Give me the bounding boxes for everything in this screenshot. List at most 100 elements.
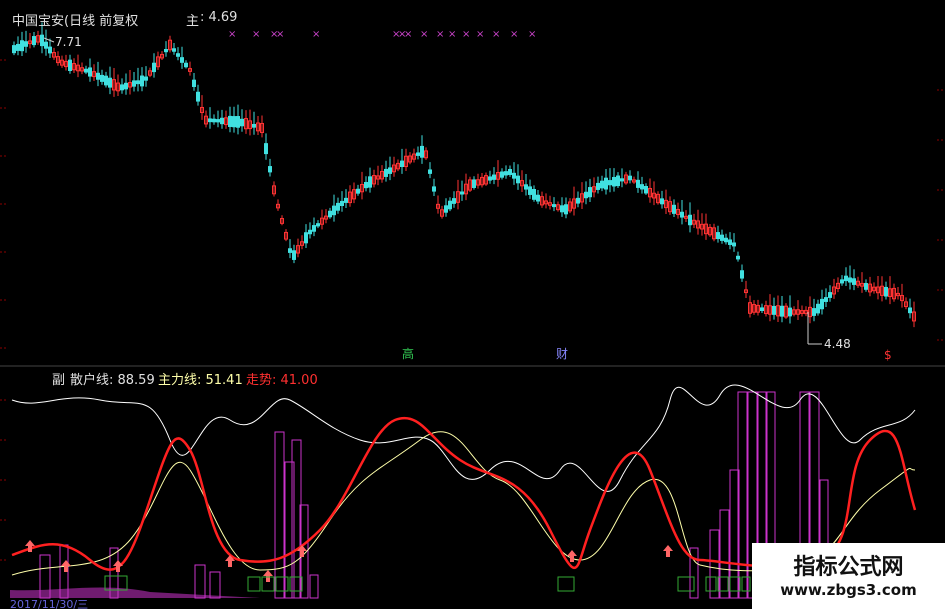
event-label-dollar[interactable]: $: [884, 348, 892, 362]
signal-box: [677, 576, 695, 592]
candle-body: [448, 200, 452, 210]
candle-body: [220, 117, 224, 125]
candle-body: [172, 48, 176, 52]
candle-body: [344, 197, 348, 203]
up-arrow-icon: [113, 560, 123, 572]
candle-body: [164, 49, 168, 53]
candle-body: [316, 223, 320, 227]
candle-body: [312, 225, 316, 232]
date-readout: 2017/11/30/三: [10, 598, 89, 609]
x-marker-icon: ×: [476, 29, 484, 40]
candle-body: [12, 45, 16, 54]
candle-body: [176, 53, 180, 57]
stock-chart-window: × × × × × × × × × × × × × × × × 中国宝安(日线 前复权 主 : 4.69 7.…: [0, 0, 945, 609]
up-arrow-icon: [663, 545, 673, 557]
signal-box: [247, 576, 261, 592]
candle-body: [584, 191, 588, 199]
candle-body: [228, 115, 232, 127]
histogram-bar: [274, 431, 285, 599]
candle-body: [120, 84, 124, 91]
candle-body: [488, 176, 492, 181]
candle-body: [304, 232, 308, 244]
candle-body: [644, 186, 648, 194]
trend-line-value: 走势: 41.00: [246, 373, 318, 388]
x-marker-icon: ×: [312, 29, 320, 40]
candle-body: [724, 237, 728, 243]
x-marker-icon: ×: [492, 29, 500, 40]
candle-body: [660, 198, 664, 205]
candle-body: [732, 242, 736, 247]
candle-body: [332, 205, 336, 216]
candle-body: [560, 205, 564, 213]
watermark-logo: 指标公式网 www.zbgs3.com: [752, 543, 945, 609]
candle-body: [536, 194, 540, 202]
candle-body: [364, 181, 368, 189]
candle-body: [132, 80, 136, 87]
x-marker-icon: ×: [252, 29, 260, 40]
candle-body: [212, 118, 216, 123]
candle-body: [368, 176, 372, 188]
candle-body: [588, 187, 592, 198]
price-label: 主: [186, 14, 200, 29]
histogram-bar: [209, 571, 221, 599]
up-arrow-icon: [61, 560, 71, 572]
candle-body: [552, 204, 556, 208]
candle-body: [152, 62, 156, 73]
candle-body: [192, 79, 196, 87]
candle-body: [788, 307, 792, 317]
candle-body: [736, 255, 740, 260]
candle-body: [840, 279, 844, 284]
candle-body: [760, 307, 764, 311]
candle-body: [528, 186, 532, 195]
candle-body: [716, 232, 720, 240]
up-arrow-icon: [567, 550, 577, 562]
candle-body: [628, 175, 632, 181]
candle-body: [180, 57, 184, 63]
candle-body: [596, 182, 600, 190]
candle-body: [48, 46, 52, 54]
candle-body: [600, 180, 604, 189]
candle-body: [388, 167, 392, 174]
candle-body: [208, 118, 212, 123]
candle-body: [32, 36, 36, 46]
candle-body: [636, 179, 640, 188]
candle-body: [620, 178, 624, 182]
candle-body: [500, 171, 504, 178]
candle-body: [472, 179, 476, 188]
candle-body: [400, 160, 404, 168]
event-label-finance[interactable]: 财: [556, 345, 568, 362]
candle-body: [88, 67, 92, 77]
candle-body: [136, 80, 140, 85]
candle-body: [84, 68, 88, 73]
candle-body: [852, 278, 856, 285]
low-price-marker: 4.48: [824, 337, 851, 351]
signal-box: [741, 576, 751, 592]
candle-body: [356, 188, 360, 194]
candle-body: [504, 171, 508, 176]
x-marker-icon: ×: [228, 29, 236, 40]
candle-body: [144, 76, 148, 81]
candle-body: [576, 197, 580, 204]
candle-body: [108, 77, 112, 88]
candle-body: [124, 82, 128, 90]
candle-body: [16, 43, 20, 51]
x-marker-icon: ×: [448, 29, 456, 40]
price-value: : 4.69: [200, 10, 238, 25]
candle-body: [288, 248, 292, 253]
candle-body: [96, 72, 100, 80]
candle-body: [336, 202, 340, 211]
candle-body: [452, 198, 456, 204]
candle-body: [508, 169, 512, 175]
candle-body: [640, 184, 644, 190]
high-price-marker: 7.71: [55, 35, 82, 49]
candle-body: [604, 177, 608, 190]
candle-body: [44, 41, 48, 49]
candle-body: [564, 204, 568, 215]
chart-canvas[interactable]: × × ×× × ××× × × × × × × × ×: [0, 0, 945, 609]
histogram-bar: [309, 574, 319, 599]
candle-body: [608, 180, 612, 186]
candle-body: [340, 200, 344, 207]
candle-body: [616, 175, 620, 187]
event-label-high[interactable]: 高: [402, 345, 414, 362]
candle-body: [420, 145, 424, 158]
